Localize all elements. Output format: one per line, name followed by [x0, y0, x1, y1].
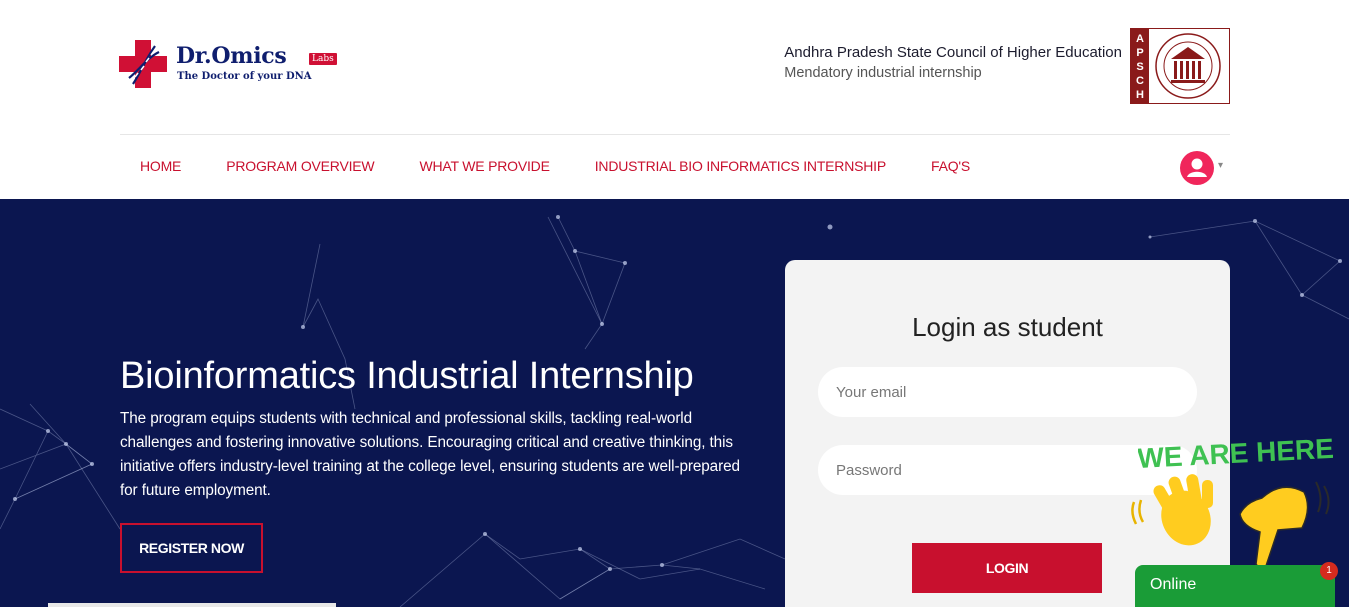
login-button[interactable]: LOGIN — [912, 543, 1102, 593]
register-now-button[interactable]: REGISTER NOW — [120, 523, 263, 573]
council-name: Andhra Pradesh State Council of Higher E… — [784, 44, 1122, 61]
nav-program-overview[interactable]: PROGRAM OVERVIEW — [226, 158, 374, 174]
apsche-emblem-icon: A P S C H — [1131, 29, 1221, 103]
chat-online-button[interactable]: Online — [1135, 565, 1335, 607]
council-info: Andhra Pradesh State Council of Higher E… — [784, 44, 1122, 81]
brand-tagline: The Doctor of your DNA — [177, 71, 312, 82]
hero-description: The program equips students with technic… — [120, 410, 740, 499]
svg-text:H: H — [1136, 89, 1144, 101]
header-divider — [120, 134, 1230, 135]
nav-industrial-internship[interactable]: INDUSTRIAL BIO INFORMATICS INTERNSHIP — [595, 158, 886, 174]
pointing-hand-icon — [1239, 481, 1330, 569]
hero-title: Bioinformatics Industrial Internship — [120, 355, 694, 397]
nav-what-we-provide[interactable]: WHAT WE PROVIDE — [419, 158, 549, 174]
main-nav: HOME PROGRAM OVERVIEW WHAT WE PROVIDE IN… — [120, 158, 995, 174]
council-subtitle: Mendatory industrial internship — [784, 65, 982, 81]
login-title: Login as student — [912, 312, 1103, 342]
site-header: Dr.Omics Labs The Doctor of your DNA And… — [0, 0, 1349, 199]
svg-text:C: C — [1136, 75, 1144, 87]
chat-unread-badge: 1 — [1320, 562, 1338, 580]
svg-text:S: S — [1136, 61, 1143, 73]
medical-cross-dna-icon — [119, 40, 167, 88]
brand-labs-badge: Labs — [309, 53, 337, 65]
scroll-strip — [48, 603, 336, 607]
brand-name: Dr.Omics — [176, 43, 287, 69]
user-circle-icon — [1187, 158, 1207, 177]
dromics-logo[interactable]: Dr.Omics Labs The Doctor of your DNA — [119, 40, 341, 90]
apsche-seal-logo: A P S C H — [1130, 28, 1230, 104]
chat-status: Online — [1150, 576, 1197, 593]
nav-faqs[interactable]: FAQ'S — [931, 158, 970, 174]
svg-text:A: A — [1136, 33, 1144, 45]
we-are-here-text: WE ARE HERE! — [1138, 432, 1333, 474]
user-account-button[interactable] — [1180, 151, 1214, 185]
svg-text:P: P — [1136, 47, 1143, 59]
chevron-down-icon[interactable]: ▾ — [1218, 160, 1223, 171]
waving-hand-icon — [1131, 474, 1213, 546]
nav-home[interactable]: HOME — [140, 158, 181, 174]
email-field[interactable] — [818, 367, 1197, 417]
